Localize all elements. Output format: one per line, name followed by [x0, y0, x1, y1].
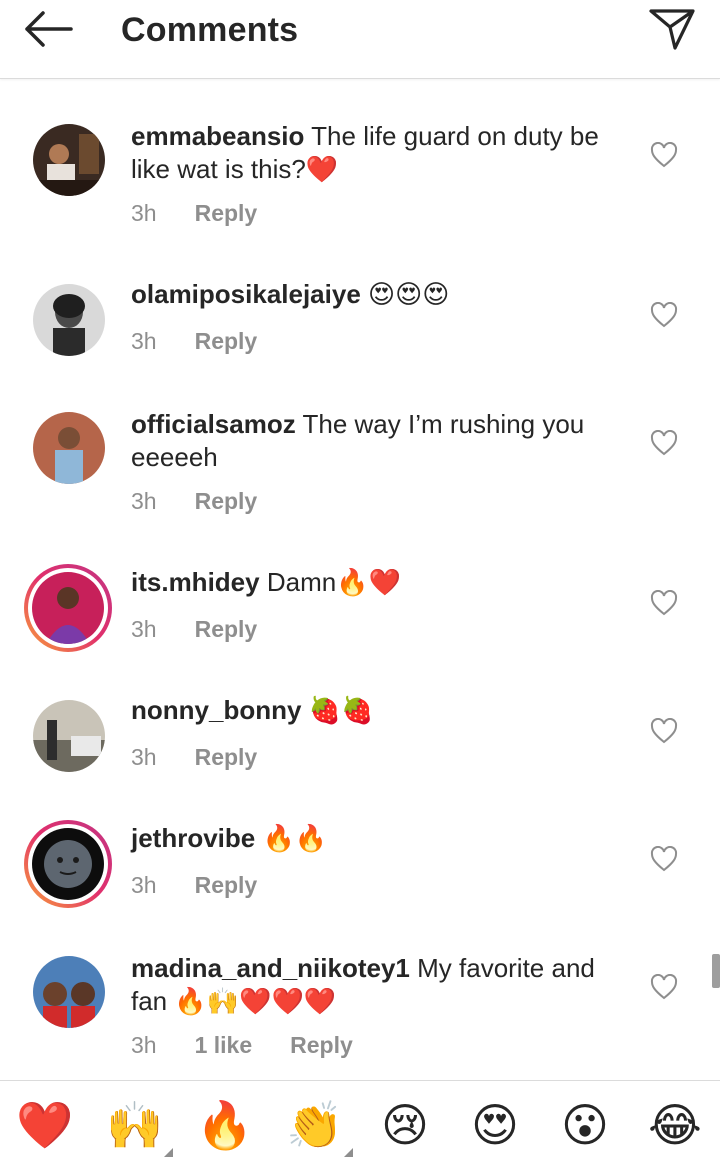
comment-time: 3h [131, 744, 157, 770]
comment-username[interactable]: nonny_bonny [131, 695, 301, 725]
reply-button[interactable]: Reply [195, 872, 258, 899]
comment-text: 🍓🍓 [308, 695, 374, 725]
heart-outline-icon [650, 846, 678, 872]
like-comment-button[interactable] [648, 428, 680, 458]
heart-outline-icon [650, 430, 678, 456]
emoji-raised-hands-button[interactable]: 🙌 [105, 1095, 173, 1157]
page-title: Comments [121, 11, 299, 49]
skin-tone-indicator [164, 1148, 173, 1157]
avatar[interactable] [24, 564, 112, 652]
reply-button[interactable]: Reply [290, 1032, 353, 1059]
comment-text: Damn🔥❤️ [266, 567, 401, 597]
comment-username[interactable]: olamiposikalejaiye [131, 279, 361, 309]
comment-time: 3h [131, 328, 157, 354]
emoji-fire-button[interactable]: 🔥 [195, 1095, 255, 1155]
comment-meta: 3h 1 like Reply [131, 1032, 353, 1059]
comment-body: madina_and_niikotey1 My favorite and fan… [131, 952, 621, 1018]
reply-button[interactable]: Reply [195, 328, 258, 355]
emoji-raised-hands: 🙌 [106, 1099, 164, 1151]
comment-body: emmabeansio The life guard on duty be li… [131, 120, 621, 186]
comment-meta: 3h Reply [131, 744, 257, 771]
heart-outline-icon [650, 302, 678, 328]
like-comment-button[interactable] [648, 588, 680, 618]
emoji-heart-eyes-button[interactable]: 😍 [465, 1095, 525, 1155]
avatar[interactable] [33, 956, 105, 1028]
like-count[interactable]: 1 like [195, 1032, 253, 1059]
comment-username[interactable]: emmabeansio [131, 121, 304, 151]
avatar[interactable] [24, 820, 112, 908]
comment-body: olamiposikalejaiye 😍😍😍 [131, 278, 621, 311]
like-comment-button[interactable] [648, 300, 680, 330]
heart-outline-icon [650, 590, 678, 616]
comment-time: 3h [131, 616, 157, 642]
paper-plane-icon [649, 9, 695, 50]
heart-outline-icon [650, 974, 678, 1000]
comment-meta: 3h Reply [131, 488, 257, 515]
emoji-laughing-button[interactable]: 😂 [645, 1095, 705, 1155]
comment-meta: 3h Reply [131, 872, 257, 899]
comment-username[interactable]: jethrovibe [131, 823, 255, 853]
skin-tone-indicator [344, 1148, 353, 1157]
comment-text: 😍😍😍 [368, 279, 450, 309]
comment-username[interactable]: officialsamoz [131, 409, 296, 439]
arrow-left-icon [25, 11, 73, 47]
reply-button[interactable]: Reply [195, 744, 258, 771]
comment-body: nonny_bonny 🍓🍓 [131, 694, 621, 727]
back-button[interactable] [14, 6, 80, 52]
comment-time: 3h [131, 1032, 157, 1058]
like-comment-button[interactable] [648, 140, 680, 170]
emoji-crying-button[interactable]: 😢 [375, 1095, 435, 1155]
avatar[interactable] [33, 284, 105, 356]
app-header: Comments [0, 0, 720, 79]
like-comment-button[interactable] [648, 972, 680, 1002]
scrollbar-thumb[interactable] [712, 954, 720, 988]
comment-meta: 3h Reply [131, 328, 257, 355]
comment-meta: 3h Reply [131, 616, 257, 643]
reply-button[interactable]: Reply [195, 616, 258, 643]
comment-body: its.mhidey Damn🔥❤️ [131, 566, 621, 599]
emoji-surprised-button[interactable]: 😮 [555, 1095, 615, 1155]
share-button[interactable] [642, 4, 702, 54]
emoji-clap-button[interactable]: 👏 [285, 1095, 353, 1157]
heart-outline-icon [650, 142, 678, 168]
like-comment-button[interactable] [648, 716, 680, 746]
avatar[interactable] [33, 700, 105, 772]
emoji-heart-button[interactable]: ❤️ [15, 1095, 75, 1155]
comment-time: 3h [131, 872, 157, 898]
comment-body: officialsamoz The way I’m rushing you ee… [131, 408, 621, 474]
avatar[interactable] [33, 124, 105, 196]
comment-body: jethrovibe 🔥🔥 [131, 822, 621, 855]
heart-outline-icon [650, 718, 678, 744]
comment-username[interactable]: its.mhidey [131, 567, 260, 597]
reply-button[interactable]: Reply [195, 488, 258, 515]
comment-text: 🔥🔥 [262, 823, 328, 853]
comment-meta: 3h Reply [131, 200, 257, 227]
comment-time: 3h [131, 200, 157, 226]
avatar[interactable] [33, 412, 105, 484]
comment-time: 3h [131, 488, 157, 514]
comment-username[interactable]: madina_and_niikotey1 [131, 953, 410, 983]
like-comment-button[interactable] [648, 844, 680, 874]
quick-emoji-bar: ❤️ 🙌 🔥 👏 😢 😍 😮 😂 [0, 1080, 720, 1166]
reply-button[interactable]: Reply [195, 200, 258, 227]
emoji-clap: 👏 [286, 1099, 344, 1151]
